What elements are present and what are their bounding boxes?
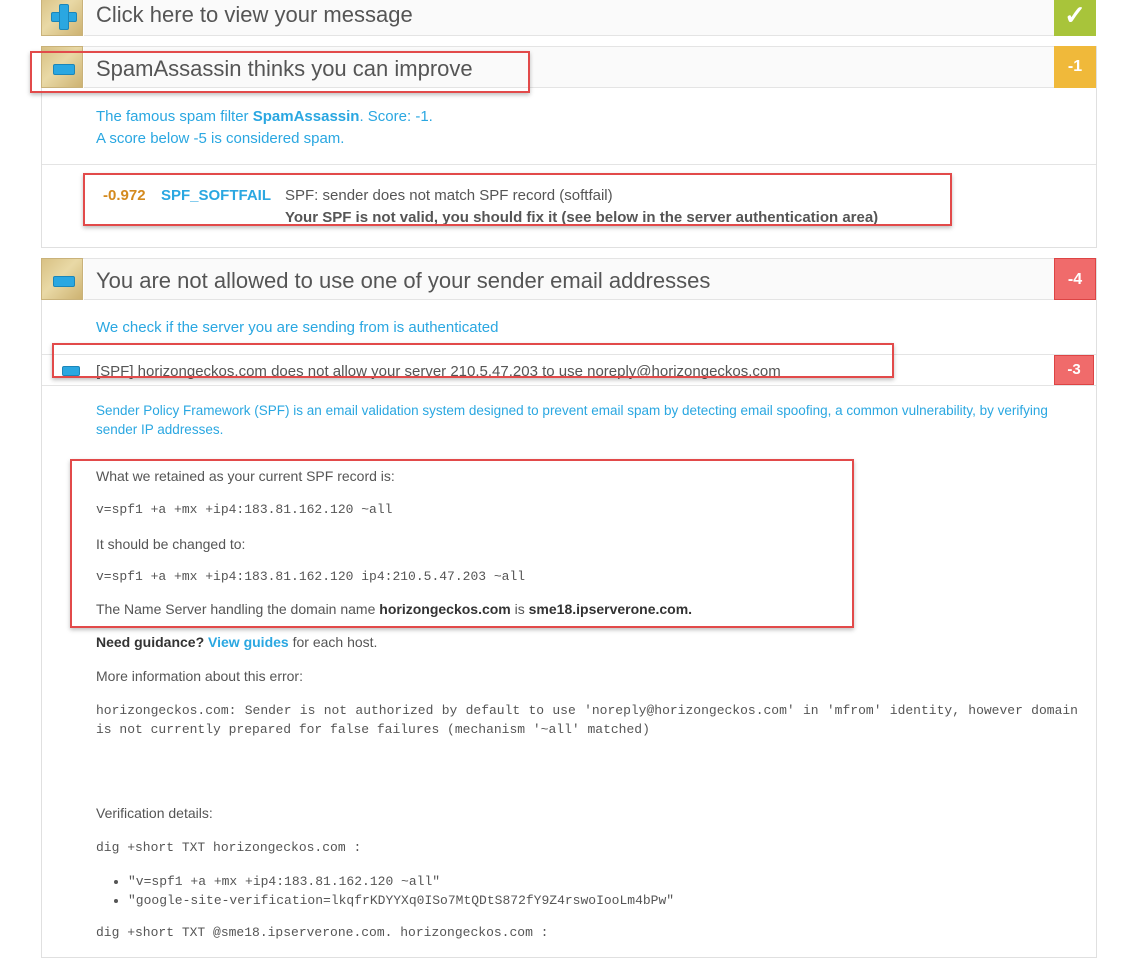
expand-icon[interactable] — [41, 0, 83, 36]
highlight-box-spf — [52, 343, 894, 378]
spamassassin-intro: The famous spam filter SpamAssassin. Sco… — [96, 108, 433, 147]
more-info-label: More information about this error: — [96, 668, 303, 684]
spf-score-badge: -3 — [1054, 355, 1094, 385]
collapse-icon[interactable] — [41, 258, 83, 300]
highlight-box-record — [70, 459, 854, 628]
highlight-box-rule — [83, 173, 952, 226]
verification-label: Verification details: — [96, 805, 213, 821]
auth-score-badge: -4 — [1054, 258, 1096, 300]
auth-title[interactable]: You are not allowed to use one of your s… — [96, 268, 710, 294]
dig-command-1: dig +short TXT horizongeckos.com : — [96, 840, 362, 855]
error-text: horizongeckos.com: Sender is not authori… — [96, 703, 1078, 737]
dig-results-1: "v=spf1 +a +mx +ip4:183.81.162.120 ~all"… — [128, 872, 674, 910]
dig-command-2: dig +short TXT @sme18.ipserverone.com. h… — [96, 925, 549, 940]
view-guides-link[interactable]: View guides — [208, 634, 289, 650]
guidance-line: Need guidance? View guides for each host… — [96, 634, 378, 650]
view-message-link[interactable]: Click here to view your message — [96, 2, 413, 28]
dig-result: "v=spf1 +a +mx +ip4:183.81.162.120 ~all" — [128, 872, 674, 891]
divider — [42, 164, 1096, 165]
spamassassin-name: SpamAssassin — [252, 108, 360, 125]
highlight-box-spamassassin — [30, 51, 530, 93]
auth-intro: We check if the server you are sending f… — [96, 319, 499, 336]
spf-description: Sender Policy Framework (SPF) is an emai… — [96, 403, 1048, 437]
dig-result: "google-site-verification=lkqfrKDYYXq0IS… — [128, 891, 674, 910]
checkmark-icon: ✓ — [1054, 0, 1096, 36]
spamassassin-score-badge: -1 — [1054, 46, 1096, 88]
